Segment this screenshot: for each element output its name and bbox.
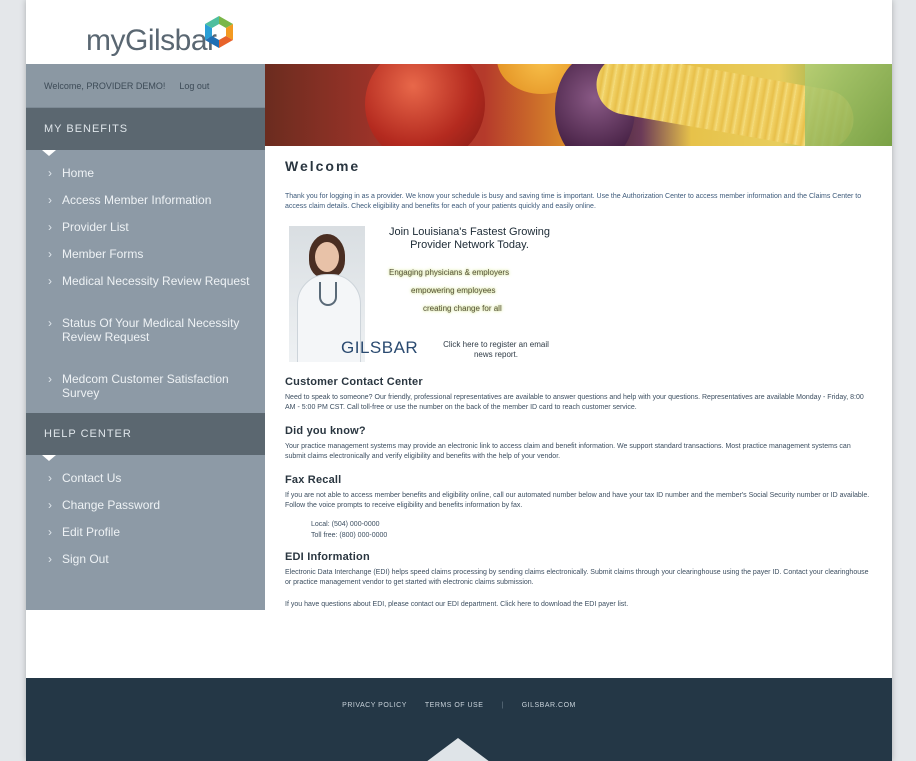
footer-link-privacy[interactable]: PRIVACY POLICY — [342, 702, 407, 709]
caret-down-icon — [42, 150, 56, 156]
fax-recall-text: If you are not able to access member ben… — [285, 492, 870, 509]
bullet-icon: › — [48, 274, 52, 288]
logo-icon[interactable] — [202, 14, 236, 50]
did-you-know-heading: Did you know? — [285, 425, 366, 437]
bullet-icon: › — [48, 220, 52, 234]
nav-item-access-member-information[interactable]: › Access Member Information — [48, 193, 265, 207]
nav-label: Contact Us — [62, 471, 122, 485]
bullet-icon: › — [48, 247, 52, 261]
intro-text: Thank you for logging in as a provider. … — [285, 193, 862, 210]
fax-numbers-list: Local: (504) 000-0000 Toll free: (800) 0… — [285, 519, 872, 541]
nav-item-satisfaction-survey[interactable]: › Medcom Customer Satisfaction Survey — [48, 372, 265, 400]
footer-arrow-icon — [426, 738, 490, 761]
nav-label: Sign Out — [62, 552, 109, 566]
site-header: myGilsbar — [26, 0, 892, 64]
bullet-icon: › — [48, 193, 52, 207]
promo-line-3: creating change for all — [423, 304, 502, 313]
nav-label: Member Forms — [62, 247, 144, 261]
bullet-icon: › — [48, 166, 52, 180]
nav-item-member-forms[interactable]: › Member Forms — [48, 247, 265, 261]
caret-down-icon — [42, 455, 56, 461]
nav-item-edit-profile[interactable]: › Edit Profile — [48, 525, 265, 539]
footer-link-gilsbar[interactable]: GILSBAR.COM — [522, 702, 576, 709]
site-footer: PRIVACY POLICY TERMS OF USE | GILSBAR.CO… — [26, 678, 892, 761]
nav-item-provider-list[interactable]: › Provider List — [48, 220, 265, 234]
edi-heading: EDI Information — [285, 551, 370, 563]
nav-label: Home — [62, 166, 95, 180]
husk-image — [805, 64, 892, 146]
did-you-know-text: Your practice management systems may pro… — [285, 443, 851, 460]
fax-number-tollfree: Toll free: (800) 000-0000 — [311, 532, 388, 539]
nav-label: Edit Profile — [62, 525, 121, 539]
promo-line-1: Engaging physicians & employers — [389, 268, 510, 277]
bullet-icon: › — [48, 372, 52, 386]
nav-label: Provider List — [62, 220, 129, 234]
nav-item-home[interactable]: › Home — [48, 166, 265, 180]
apple-image — [365, 64, 485, 146]
fax-recall-heading: Fax Recall — [285, 474, 342, 486]
nav-label: Change Password — [62, 498, 161, 512]
fax-number-local: Local: (504) 000-0000 — [311, 521, 380, 528]
welcome-text: Welcome, PROVIDER DEMO! — [44, 80, 166, 91]
page-shell: myGilsbar Welcome, PROVIDER DEMO! Log ou… — [26, 0, 892, 761]
nav-item-sign-out[interactable]: › Sign Out — [48, 552, 265, 566]
logo-wordmark[interactable]: myGilsbar — [86, 24, 217, 58]
footer-link-terms[interactable]: TERMS OF USE — [425, 702, 484, 709]
nav-label: Medcom Customer Satisfaction Survey — [62, 372, 229, 400]
benefits-heading: MY BENEFITS — [26, 108, 265, 156]
promo-register-link[interactable]: Click here to register an email news rep… — [441, 340, 551, 360]
doctor-face — [315, 242, 339, 272]
sidebar: Welcome, PROVIDER DEMO! Log out MY BENEF… — [26, 64, 265, 610]
bullet-icon: › — [48, 552, 52, 566]
nav-item-change-password[interactable]: › Change Password — [48, 498, 265, 512]
main-content: Welcome Thank you for logging in as a pr… — [265, 146, 892, 666]
footer-separator: | — [501, 702, 504, 709]
stethoscope-icon — [319, 282, 337, 306]
promo-line-2: empowering employees — [411, 286, 496, 295]
edi-text-2: If you have questions about EDI, please … — [285, 601, 629, 608]
nav-label: Access Member Information — [62, 193, 212, 207]
footer-links: PRIVACY POLICY TERMS OF USE | GILSBAR.CO… — [26, 702, 892, 709]
page-title: Welcome — [285, 158, 361, 174]
bullet-icon: › — [48, 316, 52, 330]
promo-headline: Join Louisiana's Fastest Growing Provide… — [388, 226, 551, 251]
nav-item-medical-necessity-review[interactable]: › Medical Necessity Review Request — [48, 274, 265, 288]
customer-contact-text: Need to speak to someone? Our friendly, … — [285, 394, 864, 411]
help-heading: HELP CENTER — [26, 413, 265, 461]
nav-item-review-status[interactable]: › Status Of Your Medical Necessity Review… — [48, 316, 265, 344]
nav-item-contact-us[interactable]: › Contact Us — [48, 471, 265, 485]
bullet-icon: › — [48, 498, 52, 512]
bullet-icon: › — [48, 471, 52, 485]
promo-banner[interactable]: Join Louisiana's Fastest Growing Provide… — [285, 226, 872, 362]
gilsbar-logo: GILSBAR — [341, 338, 419, 357]
benefits-nav: › Home › Access Member Information › Provid… — [26, 150, 265, 400]
hero-produce-image — [265, 64, 892, 146]
logout-link[interactable]: Log out — [179, 81, 209, 91]
welcome-bar: Welcome, PROVIDER DEMO! Log out — [26, 64, 265, 108]
edi-text: Electronic Data Interchange (EDI) helps … — [285, 569, 869, 586]
bullet-icon: › — [48, 525, 52, 539]
help-nav: › Contact Us › Change Password › Edit Profi… — [26, 455, 265, 566]
customer-contact-heading: Customer Contact Center — [285, 376, 423, 388]
help-heading-label: HELP CENTER — [44, 428, 132, 440]
nav-label: Status Of Your Medical Necessity Review … — [62, 316, 240, 344]
nav-label: Medical Necessity Review Request — [62, 274, 250, 288]
benefits-heading-label: MY BENEFITS — [44, 123, 129, 135]
